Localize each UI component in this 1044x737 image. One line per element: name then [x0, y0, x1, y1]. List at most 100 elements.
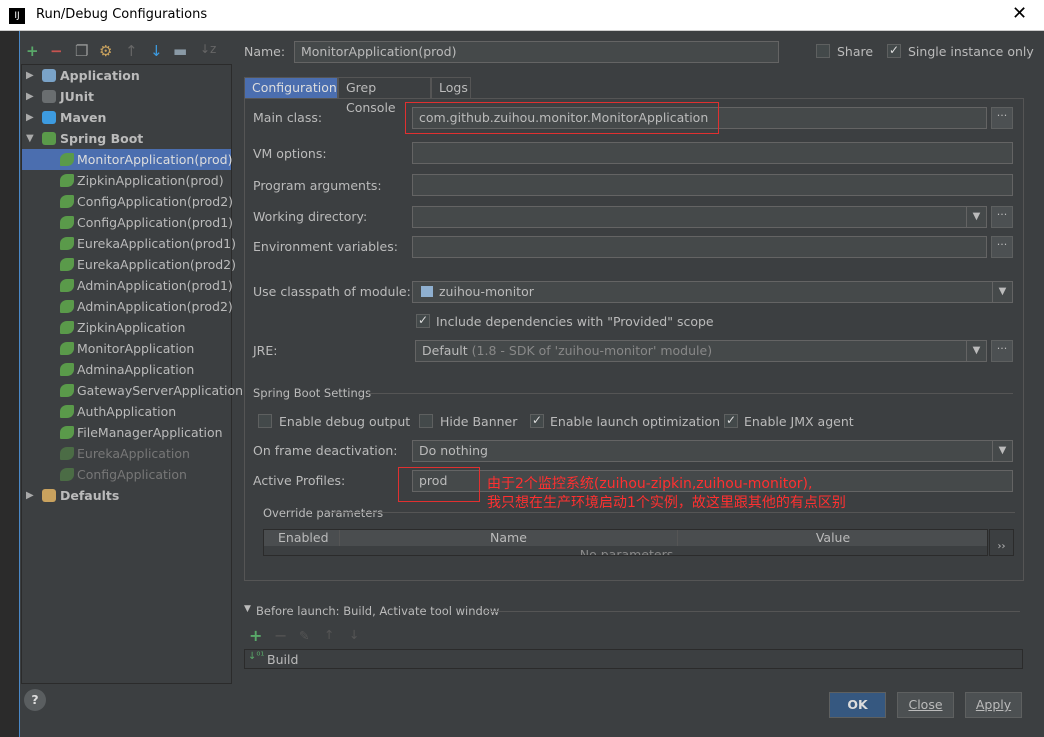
hide-banner-checkbox[interactable] [419, 414, 433, 428]
tree-group[interactable]: ▶ Maven [22, 107, 231, 128]
arrow-up-icon[interactable]: ↑ [125, 42, 138, 60]
spring-boot-icon [60, 216, 74, 229]
tree-item-configuration[interactable]: EurekaApplication(prod2) [22, 254, 236, 275]
name-input[interactable]: MonitorApplication(prod) [294, 41, 779, 63]
copy-icon[interactable]: ❐ [75, 42, 88, 60]
folder-icon[interactable]: ▬ [173, 42, 187, 60]
classpath-label: Use classpath of module: [253, 284, 411, 299]
column-name[interactable]: Name [340, 530, 678, 546]
move-down-icon[interactable]: ↓ [349, 627, 359, 642]
wrench-icon[interactable]: ⚙ [99, 42, 112, 60]
collapsed-arrow-icon[interactable]: ▶ [26, 107, 34, 128]
tree-group[interactable]: ▶ Application [22, 65, 231, 86]
add-task-icon[interactable]: + [249, 626, 262, 645]
vm-options-input[interactable] [412, 142, 1013, 164]
spring-boot-icon [60, 174, 74, 187]
share-checkbox[interactable] [816, 44, 830, 58]
tree-item-configuration[interactable]: AdminApplication(prod2) [22, 296, 233, 317]
environment-variables-label: Environment variables: [253, 239, 398, 254]
list-item[interactable]: Build [267, 652, 298, 667]
tree-item-configuration[interactable]: EurekaApplication [22, 443, 231, 464]
arrow-down-icon[interactable]: ↓ [150, 42, 163, 60]
edit-task-icon[interactable]: ✎ [299, 628, 309, 643]
tree-group[interactable]: ▶ Defaults [22, 485, 231, 506]
launch-optimization-checkbox[interactable]: ✓ [530, 414, 544, 428]
remove-task-icon[interactable]: − [274, 626, 287, 645]
classpath-select[interactable]: zuihou-monitor ▼ [412, 281, 1013, 303]
frame-deactivation-label: On frame deactivation: [253, 443, 398, 458]
column-enabled[interactable]: Enabled [264, 530, 340, 546]
browse-jre-button[interactable]: ··· [991, 340, 1013, 362]
close-window-button[interactable]: ✕ [1012, 3, 1027, 24]
spring-boot-icon [60, 258, 74, 271]
jre-default: Default [422, 343, 468, 358]
tree-item-label: ZipkinApplication [77, 320, 186, 335]
background-ide-strip [0, 31, 20, 737]
tree-item-label: Maven [60, 110, 107, 125]
vm-options-label: VM options: [253, 146, 327, 161]
configuration-tree[interactable]: ▶ Application ▶ JUnit ▶ Maven ▼ Spring Boot Moni… [21, 64, 243, 684]
tab-grep-console[interactable]: Grep Console [338, 77, 431, 115]
ok-button[interactable]: OK [829, 692, 886, 718]
tree-item-configuration[interactable]: EurekaApplication(prod1) [22, 233, 236, 254]
apply-button[interactable]: Apply [965, 692, 1022, 718]
tree-group[interactable]: ▼ Spring Boot [22, 128, 231, 149]
frame-deactivation-select[interactable]: Do nothing ▼ [412, 440, 1013, 462]
chevron-down-icon[interactable]: ▼ [966, 341, 986, 361]
launch-optimization-label: Enable launch optimization [550, 414, 721, 429]
chevron-down-icon[interactable]: ▼ [966, 207, 986, 227]
before-launch-list[interactable]: ↓⁰¹ Build [244, 649, 1023, 669]
window-title: Run/Debug Configurations [36, 7, 208, 22]
tree-item-configuration[interactable]: ConfigApplication(prod1) [22, 212, 234, 233]
tree-item-configuration[interactable]: ConfigApplication(prod2) [22, 191, 233, 212]
move-up-icon[interactable]: ↑ [324, 627, 334, 642]
tree-group[interactable]: ▶ JUnit [22, 86, 231, 107]
tree-item-configuration[interactable]: AdminApplication(prod1) [22, 275, 233, 296]
browse-button[interactable]: ··· [991, 107, 1013, 129]
browse-workdir-button[interactable]: ··· [991, 206, 1013, 228]
tree-item-configuration[interactable]: ZipkinApplication(prod) [22, 170, 231, 191]
tree-item-configuration[interactable]: GatewayServerApplication [22, 380, 243, 401]
tree-item-label: MonitorApplication(prod) [77, 152, 233, 167]
column-value[interactable]: Value [678, 530, 987, 546]
app-logo: IJ [9, 8, 25, 24]
sort-icon[interactable]: ↓z [200, 42, 216, 56]
collapsed-arrow-icon[interactable]: ▶ [26, 86, 34, 107]
jmx-agent-checkbox[interactable]: ✓ [724, 414, 738, 428]
debug-output-label: Enable debug output [279, 414, 411, 429]
edit-env-button[interactable]: ··· [991, 236, 1013, 258]
chevron-down-icon[interactable]: ▼ [992, 441, 1012, 461]
debug-output-checkbox[interactable] [258, 414, 272, 428]
remove-icon[interactable]: − [50, 42, 63, 60]
tree-item-label: Application [60, 68, 140, 83]
tree-item-configuration[interactable]: FileManagerApplication [22, 422, 231, 443]
tab-logs[interactable]: Logs [431, 77, 471, 99]
tree-item-configuration[interactable]: AdminaApplication [22, 359, 231, 380]
help-button[interactable]: ? [24, 689, 46, 711]
add-icon[interactable]: + [26, 42, 39, 60]
tree-item-configuration[interactable]: AuthApplication [22, 401, 231, 422]
program-arguments-input[interactable] [412, 174, 1013, 196]
collapse-arrow-icon[interactable]: ▼ [244, 604, 251, 614]
tree-item-configuration[interactable]: ConfigApplication [22, 464, 231, 485]
override-parameters-table[interactable]: Enabled Name Value No parameters [263, 529, 988, 556]
collapsed-arrow-icon[interactable]: ▶ [26, 485, 34, 506]
working-directory-input[interactable]: ▼ [412, 206, 987, 228]
jre-select[interactable]: Default (1.8 - SDK of 'zuihou-monitor' m… [415, 340, 987, 362]
single-instance-checkbox[interactable]: ✓ [887, 44, 901, 58]
environment-variables-input[interactable] [412, 236, 987, 258]
before-launch-heading[interactable]: Before launch: Build, Activate tool wind… [256, 604, 499, 618]
collapsed-arrow-icon[interactable]: ▶ [26, 65, 34, 86]
tree-item-label: ConfigApplication(prod1) [77, 215, 234, 230]
spring-boot-icon [60, 237, 74, 250]
build-icon: ↓⁰¹ [248, 651, 265, 662]
chevron-down-icon[interactable]: ▼ [992, 282, 1012, 302]
expanded-arrow-icon[interactable]: ▼ [26, 128, 34, 149]
tab-configuration[interactable]: Configuration [244, 77, 338, 99]
tree-item-configuration[interactable]: MonitorApplication(prod) [22, 149, 233, 170]
include-provided-checkbox[interactable]: ✓ [416, 314, 430, 328]
expand-icon[interactable]: ›› [989, 529, 1014, 556]
tree-item-configuration[interactable]: ZipkinApplication [22, 317, 231, 338]
tree-item-configuration[interactable]: MonitorApplication [22, 338, 231, 359]
close-button[interactable]: Close [897, 692, 954, 718]
